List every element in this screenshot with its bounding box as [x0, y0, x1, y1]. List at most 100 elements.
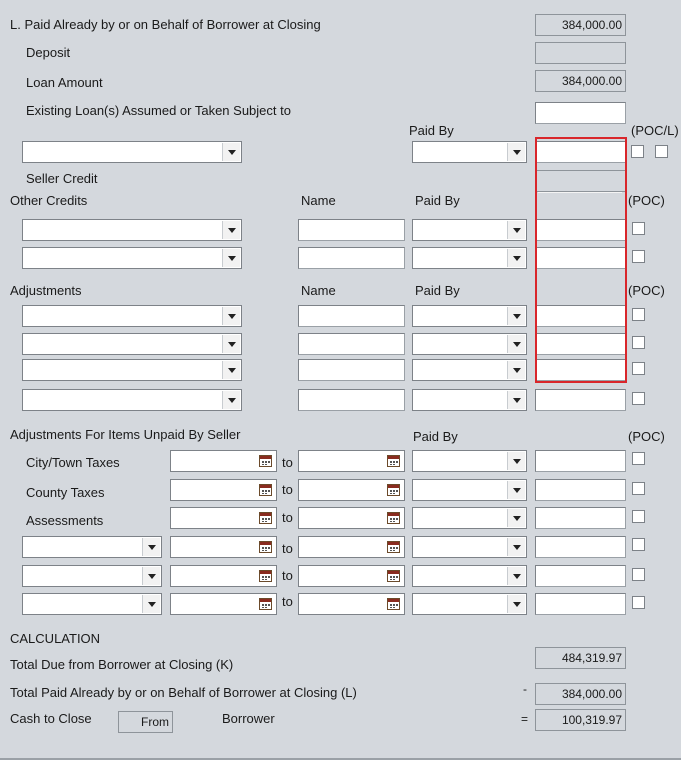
- unpaid-amount-input[interactable]: [535, 565, 626, 587]
- unpaid-poc-checkbox[interactable]: [632, 538, 645, 551]
- unpaid-paid-by-select[interactable]: [412, 593, 527, 615]
- calendar-icon[interactable]: [387, 570, 400, 582]
- calendar-icon[interactable]: [387, 512, 400, 524]
- date-to-input[interactable]: [298, 565, 405, 587]
- date-from-input[interactable]: [170, 536, 277, 558]
- unpaid-poc-checkbox[interactable]: [632, 482, 645, 495]
- calculation-title: CALCULATION: [10, 631, 101, 646]
- other-credit-name-input[interactable]: [298, 219, 405, 241]
- other-credit-paid-by-select[interactable]: [412, 247, 527, 269]
- chevron-down-icon: [507, 481, 525, 499]
- calendar-icon[interactable]: [259, 455, 272, 467]
- adjustment-amount-input[interactable]: [535, 389, 626, 411]
- adjustment-poc-checkbox[interactable]: [632, 362, 645, 375]
- calendar-icon[interactable]: [259, 541, 272, 553]
- calendar-icon[interactable]: [387, 541, 400, 553]
- adjustment-name-input[interactable]: [298, 305, 405, 327]
- adjustment-type-select[interactable]: [22, 333, 242, 355]
- unpaid-paid-by-select[interactable]: [412, 479, 527, 501]
- existing-loans-input[interactable]: [535, 102, 626, 124]
- other-credit-type-select[interactable]: [22, 219, 242, 241]
- adjustment-paid-by-select[interactable]: [412, 333, 527, 355]
- date-to-input[interactable]: [298, 593, 405, 615]
- adjustment-paid-by-select[interactable]: [412, 305, 527, 327]
- unpaid-paid-by-select[interactable]: [412, 507, 527, 529]
- adjustments-poc-header: (POC): [628, 283, 665, 298]
- loan-amount-label: Loan Amount: [26, 75, 103, 90]
- unpaid-amount-input[interactable]: [535, 450, 626, 472]
- section-l-title: L. Paid Already by or on Behalf of Borro…: [10, 17, 321, 32]
- to-label: to: [282, 455, 293, 470]
- unpaid-poc-checkbox[interactable]: [632, 452, 645, 465]
- chevron-down-icon: [222, 143, 240, 161]
- other-credit-paid-by-select[interactable]: [412, 219, 527, 241]
- adjustment-name-input[interactable]: [298, 333, 405, 355]
- l-checkbox[interactable]: [655, 145, 668, 158]
- adjustment-type-select[interactable]: [22, 359, 242, 381]
- unpaid-paid-by-select[interactable]: [412, 536, 527, 558]
- paid-by-select[interactable]: [412, 141, 527, 163]
- adjustment-amount-input[interactable]: [535, 333, 626, 355]
- adjustment-name-input[interactable]: [298, 389, 405, 411]
- date-to-input[interactable]: [298, 507, 405, 529]
- date-from-input[interactable]: [170, 565, 277, 587]
- date-to-input[interactable]: [298, 450, 405, 472]
- adjustment-name-input[interactable]: [298, 359, 405, 381]
- unpaid-item-type-select[interactable]: [22, 565, 162, 587]
- chevron-down-icon: [222, 391, 240, 409]
- chevron-down-icon: [507, 221, 525, 239]
- date-from-input[interactable]: [170, 593, 277, 615]
- calendar-icon[interactable]: [387, 598, 400, 610]
- credit-amount-input[interactable]: [535, 141, 626, 163]
- calendar-icon[interactable]: [259, 570, 272, 582]
- other-credit-poc-checkbox[interactable]: [632, 222, 645, 235]
- unpaid-item-type-select[interactable]: [22, 593, 162, 615]
- adjustment-poc-checkbox[interactable]: [632, 336, 645, 349]
- from-value: From: [118, 711, 173, 733]
- calendar-icon[interactable]: [259, 484, 272, 496]
- other-credit-poc-checkbox[interactable]: [632, 250, 645, 263]
- poc-checkbox[interactable]: [631, 145, 644, 158]
- adjustment-amount-input[interactable]: [535, 359, 626, 381]
- adjustment-amount-input[interactable]: [535, 305, 626, 327]
- other-credit-name-input[interactable]: [298, 247, 405, 269]
- chevron-down-icon: [142, 538, 160, 556]
- other-credit-amount-input[interactable]: [535, 219, 626, 241]
- unpaid-poc-checkbox[interactable]: [632, 510, 645, 523]
- date-to-input[interactable]: [298, 479, 405, 501]
- unpaid-paid-by-header: Paid By: [413, 429, 458, 444]
- date-to-input[interactable]: [298, 536, 405, 558]
- adjustment-type-select[interactable]: [22, 305, 242, 327]
- unpaid-paid-by-select[interactable]: [412, 565, 527, 587]
- credit-type-select[interactable]: [22, 141, 242, 163]
- to-label: to: [282, 482, 293, 497]
- other-credit-type-select[interactable]: [22, 247, 242, 269]
- unpaid-amount-input[interactable]: [535, 593, 626, 615]
- chevron-down-icon: [222, 307, 240, 325]
- chevron-down-icon: [222, 221, 240, 239]
- adjustment-paid-by-select[interactable]: [412, 359, 527, 381]
- unpaid-poc-checkbox[interactable]: [632, 596, 645, 609]
- calendar-icon[interactable]: [387, 455, 400, 467]
- adjustment-poc-checkbox[interactable]: [632, 392, 645, 405]
- date-from-input[interactable]: [170, 507, 277, 529]
- cash-to-close-label: Cash to Close: [10, 711, 92, 726]
- adjustment-type-select[interactable]: [22, 389, 242, 411]
- date-from-input[interactable]: [170, 450, 277, 472]
- unpaid-poc-checkbox[interactable]: [632, 568, 645, 581]
- other-credit-amount-input[interactable]: [535, 247, 626, 269]
- calendar-icon[interactable]: [259, 598, 272, 610]
- adjustment-paid-by-select[interactable]: [412, 389, 527, 411]
- unpaid-amount-input[interactable]: [535, 507, 626, 529]
- other-credits-paid-by-header: Paid By: [415, 193, 460, 208]
- adjustment-poc-checkbox[interactable]: [632, 308, 645, 321]
- date-from-input[interactable]: [170, 479, 277, 501]
- unpaid-amount-input[interactable]: [535, 536, 626, 558]
- calendar-icon[interactable]: [259, 512, 272, 524]
- to-label: to: [282, 510, 293, 525]
- calendar-icon[interactable]: [387, 484, 400, 496]
- unpaid-item-type-select[interactable]: [22, 536, 162, 558]
- unpaid-paid-by-select[interactable]: [412, 450, 527, 472]
- unpaid-amount-input[interactable]: [535, 479, 626, 501]
- to-label: to: [282, 594, 293, 609]
